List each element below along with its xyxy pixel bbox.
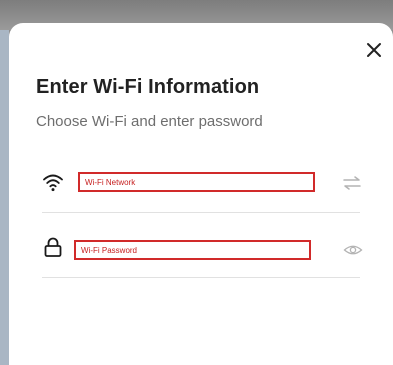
wifi-dialog: Enter Wi-Fi Information Choose Wi-Fi and… — [9, 23, 393, 365]
close-button[interactable] — [363, 39, 385, 61]
lock-icon — [44, 237, 62, 257]
wifi-icon — [43, 174, 63, 192]
switch-network-button[interactable] — [342, 173, 362, 193]
eye-icon — [343, 245, 363, 255]
divider — [42, 277, 360, 278]
wifi-password-input[interactable] — [74, 240, 311, 260]
dialog-title: Enter Wi-Fi Information — [36, 76, 260, 98]
swap-arrows-icon — [343, 176, 361, 190]
wifi-network-row — [42, 157, 362, 213]
dialog-subtitle: Choose Wi-Fi and enter password — [36, 113, 263, 130]
wifi-network-input[interactable] — [78, 172, 315, 192]
wifi-password-row — [42, 222, 363, 278]
close-icon — [367, 43, 381, 57]
divider — [42, 212, 360, 213]
toggle-password-visibility-button[interactable] — [343, 240, 363, 260]
background-strip — [0, 30, 9, 365]
